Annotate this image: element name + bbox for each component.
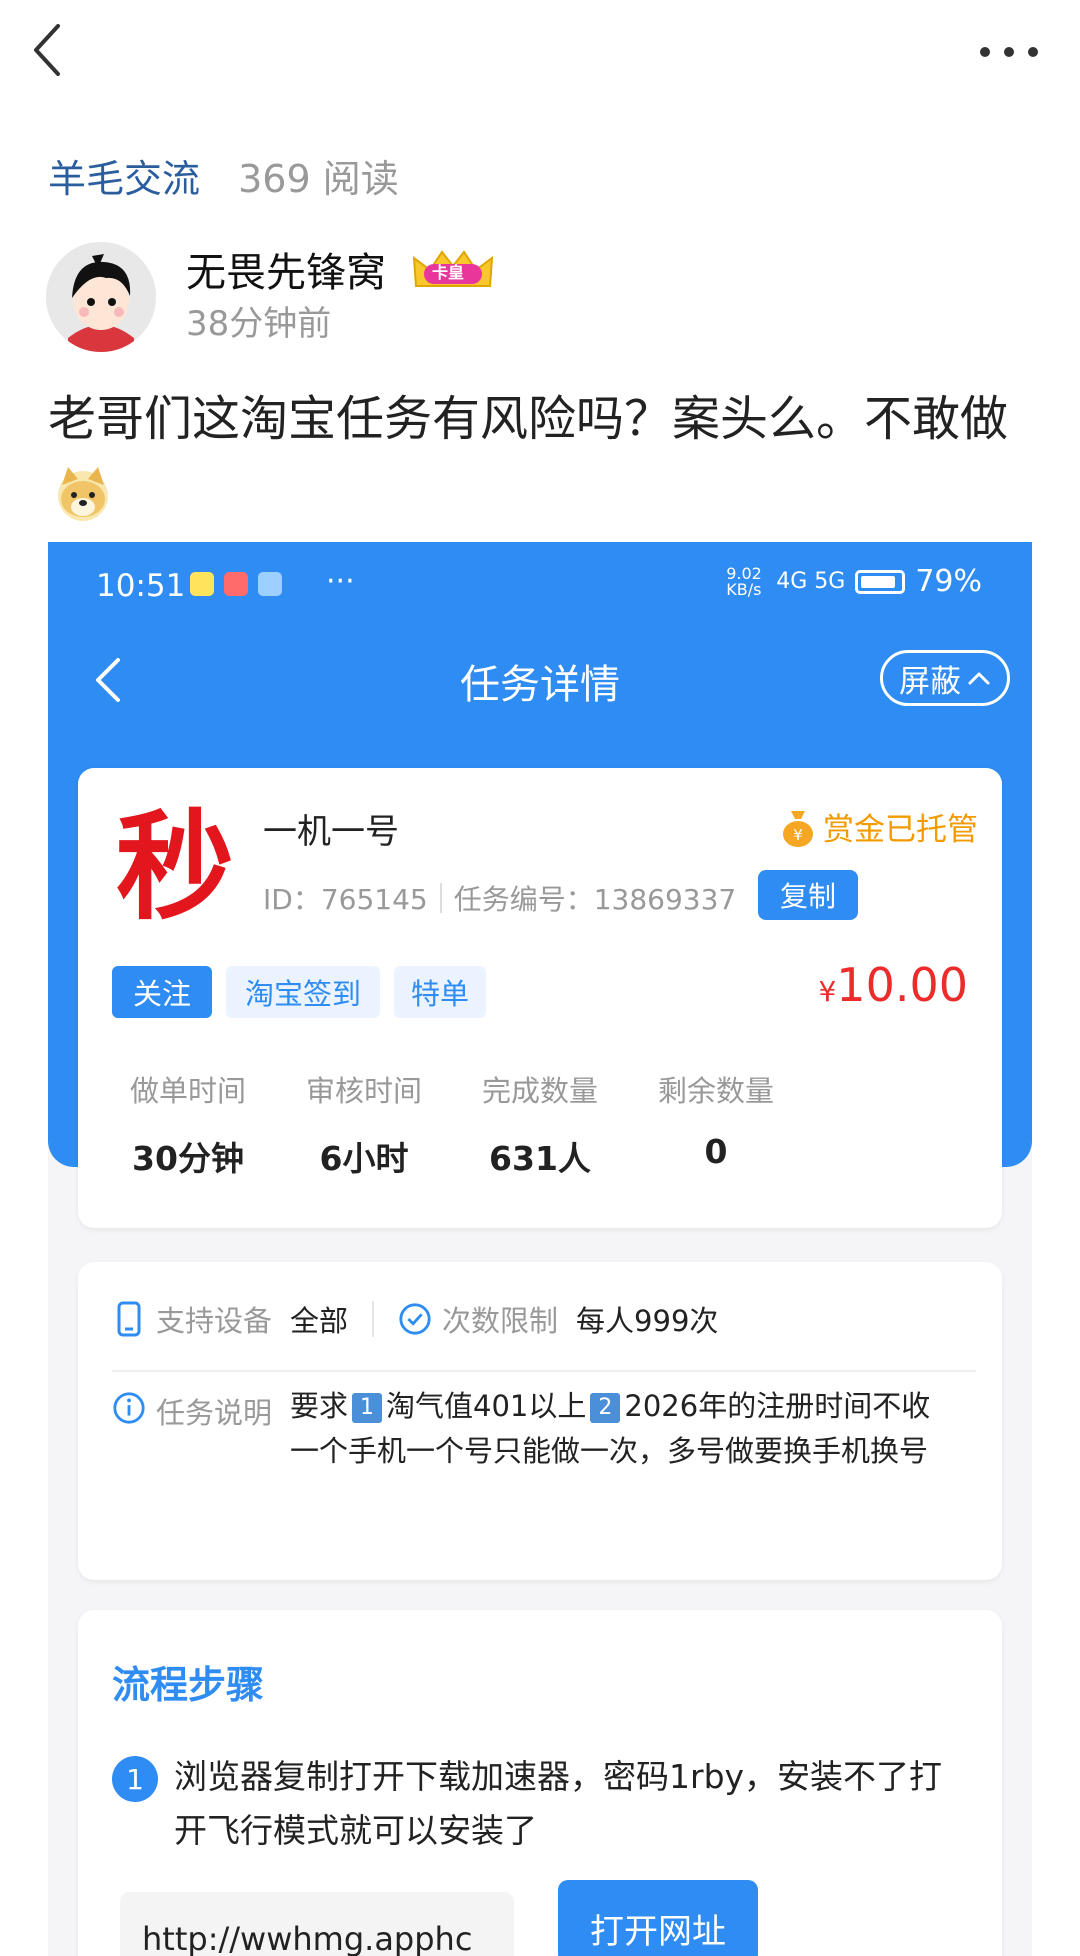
more-dots-icon [980,47,990,57]
avatar[interactable] [46,242,156,352]
stat-remaining: 剩余数量 0 [606,1068,826,1171]
shield-button-label: 屏蔽 [899,663,961,700]
more-button[interactable] [980,30,1040,70]
circle-link[interactable]: 羊毛交流 [48,157,200,201]
check-circle-icon [399,1303,431,1335]
battery-icon [855,569,906,594]
post-time: 38分钟前 [186,304,332,344]
back-button[interactable] [30,20,80,80]
flow-steps-card: 流程步骤 1 浏览器复制打开下载加速器，密码1rby，安装不了打开飞行模式就可以… [78,1610,1002,1956]
notification-icon [190,572,214,596]
flash-badge: 秒 [116,797,235,936]
step-text: 浏览器复制打开下载加速器，密码1rby，安装不了打开飞行模式就可以安装了 [174,1757,943,1850]
tag-follow: 关注 [112,966,212,1018]
description-text: 要求 1 淘气值401以上 2 2026年的注册时间不收 一个手机一个号只能做一次，多号… [290,1384,950,1474]
divider [112,1370,976,1372]
status-notification-icons [190,572,282,596]
task-price: ¥10.00 [818,958,968,1012]
shield-button[interactable]: 屏蔽 [880,650,1010,706]
stat-label: 剩余数量 [657,1074,774,1108]
description-label: 任务说明 [156,1396,273,1430]
money-bag-icon: ¥ [783,810,813,847]
embedded-screenshot[interactable]: 10:51 ··· 9.02 KB/s 4G 5G 79% 任务详情 屏蔽 秒 … [48,542,1032,1956]
signal-label: 4G 5G [776,569,846,594]
limit-value: 每人999次 [576,1304,719,1338]
vip-crown-badge: 卡皇 [410,246,496,292]
desc-part1: 淘气值401以上 [386,1389,587,1423]
read-count: 369 阅读 [238,157,399,201]
escrow-status: ¥ 赏金已托管 [781,804,978,849]
doge-emoji-icon [58,467,108,521]
tag-special: 特单 [394,966,486,1018]
copy-button[interactable]: 复制 [758,870,858,920]
device-limit-row: 支持设备 全部 次数限制 每人999次 [112,1298,718,1340]
price-value: 10.00 [836,958,968,1012]
notification-icon [258,572,282,596]
status-time: 10:51 [96,568,186,604]
top-bar [0,0,1080,110]
post-text: 老哥们这淘宝任务有风险吗？案头么。不敢做 [48,391,1009,447]
author-name[interactable]: 无畏先锋窝 [186,240,386,298]
currency-symbol: ¥ [818,975,837,1008]
notification-icon [224,572,248,596]
network-speed: 9.02 KB/s [726,563,762,599]
svg-text:¥: ¥ [793,826,803,844]
device-label: 支持设备 [156,1304,273,1338]
info-circle-icon [113,1392,145,1424]
task-name: 一机一号 [263,812,399,852]
step-number-badge: 1 [112,1756,158,1802]
flow-title: 流程步骤 [112,1663,265,1707]
status-more-dots: ··· [326,564,355,599]
battery-level: 79% [915,564,982,599]
keycap-1-icon: 1 [352,1393,383,1423]
chevron-up-icon [968,672,990,685]
post-meta: 羊毛交流 369 阅读 [48,148,399,203]
device-value: 全部 [290,1304,349,1338]
desc-prefix: 要求 [290,1389,349,1423]
keycap-2-icon: 2 [590,1393,621,1423]
tag-taobao-checkin: 淘宝签到 [226,966,380,1018]
post-body: 老哥们这淘宝任务有风险吗？案头么。不敢做 [48,380,1038,536]
stat-value: 0 [704,1132,728,1171]
avatar-cartoon-icon [46,242,156,352]
phone-icon [117,1301,141,1337]
status-right: 9.02 KB/s 4G 5G 79% [726,564,982,599]
limit-label: 次数限制 [442,1304,559,1338]
open-url-button[interactable]: 打开网址 [558,1880,758,1956]
task-id-line: ID：765145 任务编号：13869337 [263,878,736,918]
chevron-left-icon [34,24,60,76]
task-number: 任务编号：13869337 [453,883,737,916]
url-field[interactable]: http://wwhmg.apphc [120,1892,514,1956]
task-id: ID：765145 [263,883,428,916]
escrow-label: 赏金已托管 [823,812,978,848]
vip-badge-label: 卡皇 [432,263,465,282]
task-description-row: 任务说明 要求 1 淘气值401以上 2 2026年的注册时间不收 一个手机一个号只能做… [112,1389,950,1474]
task-info-card: 支持设备 全部 次数限制 每人999次 任务说明 要求 1 淘气值401以上 2 202… [78,1262,1002,1580]
task-summary-card: 秒 一机一号 ID：765145 任务编号：13869337 复制 ¥ 赏金已托… [78,768,1002,1228]
